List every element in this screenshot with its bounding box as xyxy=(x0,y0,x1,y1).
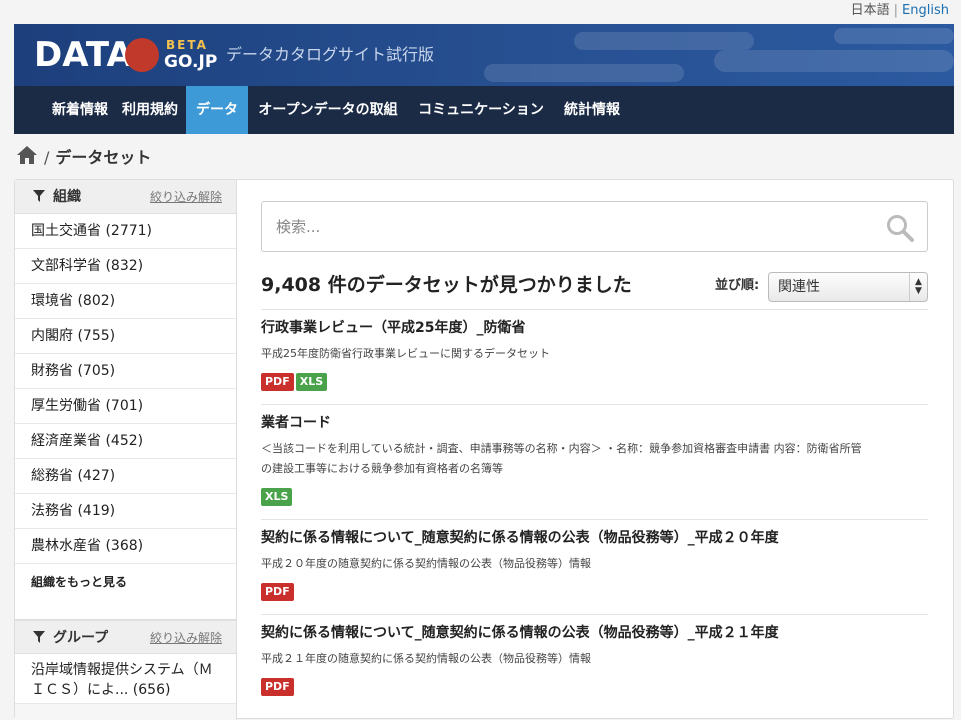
search-icon[interactable] xyxy=(886,214,914,242)
breadcrumb: / データセット xyxy=(16,145,151,171)
facet-more-wrap: 組織をもっと見る xyxy=(15,564,236,620)
dataset-title-link[interactable]: 契約に係る情報について_随意契約に係る情報の公表（物品役務等）_平成２１年度 xyxy=(261,623,928,643)
dataset-description-line: ＜当該コードを利用している統計・調査、申請事務等の名称・内容＞ ・名称：競争参加… xyxy=(261,442,862,455)
divider xyxy=(261,519,928,520)
search-input[interactable] xyxy=(276,202,866,251)
dataset-item: 業者コード ＜当該コードを利用している統計・調査、申請事務等の名称・内容＞ ・名… xyxy=(261,413,928,506)
facet-item[interactable]: 経済産業省 (452) xyxy=(15,424,236,459)
site-header: DATA BETA GO.JP データカタログサイト試行版 xyxy=(14,24,954,86)
facet-header-group: グループ 絞り込み解除 xyxy=(15,620,236,654)
sort-select[interactable]: 関連性 ▲ ▼ xyxy=(768,272,928,302)
format-badge-pdf[interactable]: PDF xyxy=(261,583,294,601)
search-box xyxy=(261,201,928,252)
dataset-item: 契約に係る情報について_随意契約に係る情報の公表（物品役務等）_平成２１年度 平… xyxy=(261,623,928,696)
language-switcher: 日本語 | English xyxy=(851,0,949,22)
breadcrumb-separator: / xyxy=(44,148,50,167)
facet-sidebar: 組織 絞り込み解除 国土交通省 (2771) 文部科学省 (832) 環境省 (… xyxy=(15,180,237,720)
select-arrows-icon: ▲ ▼ xyxy=(909,273,927,301)
facet-item[interactable]: 法務省 (419) xyxy=(15,494,236,529)
dataset-description: 平成25年度防衛省行政事業レビューに関するデータセット xyxy=(261,347,550,360)
language-japanese-link[interactable]: 日本語 xyxy=(851,3,890,18)
clear-filter-organization[interactable]: 絞り込み解除 xyxy=(150,180,222,214)
facet-item-line: ＩＣＳ）によ... (656) xyxy=(31,682,171,698)
format-badge-xls[interactable]: XLS xyxy=(295,373,328,391)
logo-sun-icon xyxy=(125,38,159,72)
site-tagline: データカタログサイト試行版 xyxy=(226,45,435,64)
sort-selected-value: 関連性 xyxy=(778,279,820,295)
format-badge-pdf[interactable]: PDF xyxy=(261,373,294,391)
clear-filter-group[interactable]: 絞り込み解除 xyxy=(150,621,222,655)
divider xyxy=(261,404,928,405)
language-separator: | xyxy=(893,3,899,18)
format-badge-pdf[interactable]: PDF xyxy=(261,678,294,696)
facet-header-organization: 組織 絞り込み解除 xyxy=(15,180,236,214)
format-badge-xls[interactable]: XLS xyxy=(261,488,293,506)
format-badges: XLS xyxy=(261,485,928,506)
language-english-link[interactable]: English xyxy=(902,3,949,18)
facet-item[interactable]: 総務省 (427) xyxy=(15,459,236,494)
divider xyxy=(261,309,928,310)
format-badges: PDF XLS xyxy=(261,370,928,391)
nav-item-statistics[interactable]: 統計情報 xyxy=(554,86,630,134)
dataset-title-link[interactable]: 契約に係る情報について_随意契約に係る情報の公表（物品役務等）_平成２０年度 xyxy=(261,528,928,548)
facet-item[interactable]: 農林水産省 (368) xyxy=(15,529,236,564)
logo-beta-text: BETA xyxy=(166,38,208,52)
dataset-description: ＜当該コードを利用している統計・調査、申請事務等の名称・内容＞ ・名称：競争参加… xyxy=(261,439,928,479)
facet-item[interactable]: 財務省 (705) xyxy=(15,354,236,389)
nav-item-terms[interactable]: 利用規約 xyxy=(114,86,186,134)
facet-item[interactable]: 環境省 (802) xyxy=(15,284,236,319)
show-more-organizations-link[interactable]: 組織をもっと見る xyxy=(31,572,127,592)
facet-item[interactable]: 文部科学省 (832) xyxy=(15,249,236,284)
facet-title-organization: 組織 xyxy=(53,189,81,205)
logo-gojp-text: GO.JP xyxy=(164,52,218,72)
dataset-description-line: の建設工事等における競争参加有資格者の名簿等 xyxy=(261,462,503,475)
dataset-title-link[interactable]: 行政事業レビュー（平成25年度）_防衛省 xyxy=(261,318,928,338)
nav-item-opendata[interactable]: オープンデータの取組 xyxy=(248,86,408,134)
dataset-description: 平成２１年度の随意契約に係る契約情報の公表（物品役務等）情報 xyxy=(261,652,591,665)
filter-icon xyxy=(33,631,45,643)
nav-item-data[interactable]: データ xyxy=(186,86,248,134)
home-icon[interactable] xyxy=(16,145,38,165)
dataset-description: 平成２０年度の随意契約に係る契約情報の公表（物品役務等）情報 xyxy=(261,557,591,570)
dataset-item: 行政事業レビュー（平成25年度）_防衛省 平成25年度防衛省行政事業レビューに関… xyxy=(261,318,928,391)
content-panel: 組織 絞り込み解除 国土交通省 (2771) 文部科学省 (832) 環境省 (… xyxy=(14,179,954,720)
nav-item-communication[interactable]: コミュニケーション xyxy=(408,86,554,134)
facet-item[interactable]: 厚生労働省 (701) xyxy=(15,389,236,424)
filter-icon xyxy=(33,190,45,202)
facet-item[interactable]: 国土交通省 (2771) xyxy=(15,214,236,249)
divider xyxy=(261,614,928,615)
facet-item[interactable]: 内閣府 (755) xyxy=(15,319,236,354)
result-count: 9,408 件のデータセットが見つかりました xyxy=(261,274,632,296)
format-badges: PDF xyxy=(261,580,928,601)
breadcrumb-current: データセット xyxy=(55,148,152,167)
dataset-title-link[interactable]: 業者コード xyxy=(261,413,928,433)
dataset-item: 契約に係る情報について_随意契約に係る情報の公表（物品役務等）_平成２０年度 平… xyxy=(261,528,928,601)
facet-item[interactable]: 沿岸域情報提供システム（Ｍ ＩＣＳ）によ... (656) xyxy=(15,654,236,704)
logo-data-text: DATA xyxy=(34,35,133,75)
facet-title-group: グループ xyxy=(53,630,109,646)
facet-item-line: 沿岸域情報提供システム（Ｍ xyxy=(31,662,213,678)
format-badges: PDF xyxy=(261,675,928,696)
sort-label: 並び順: xyxy=(715,278,760,293)
main-nav: 新着情報 利用規約 データ オープンデータの取組 コミュニケーション 統計情報 xyxy=(14,86,954,134)
